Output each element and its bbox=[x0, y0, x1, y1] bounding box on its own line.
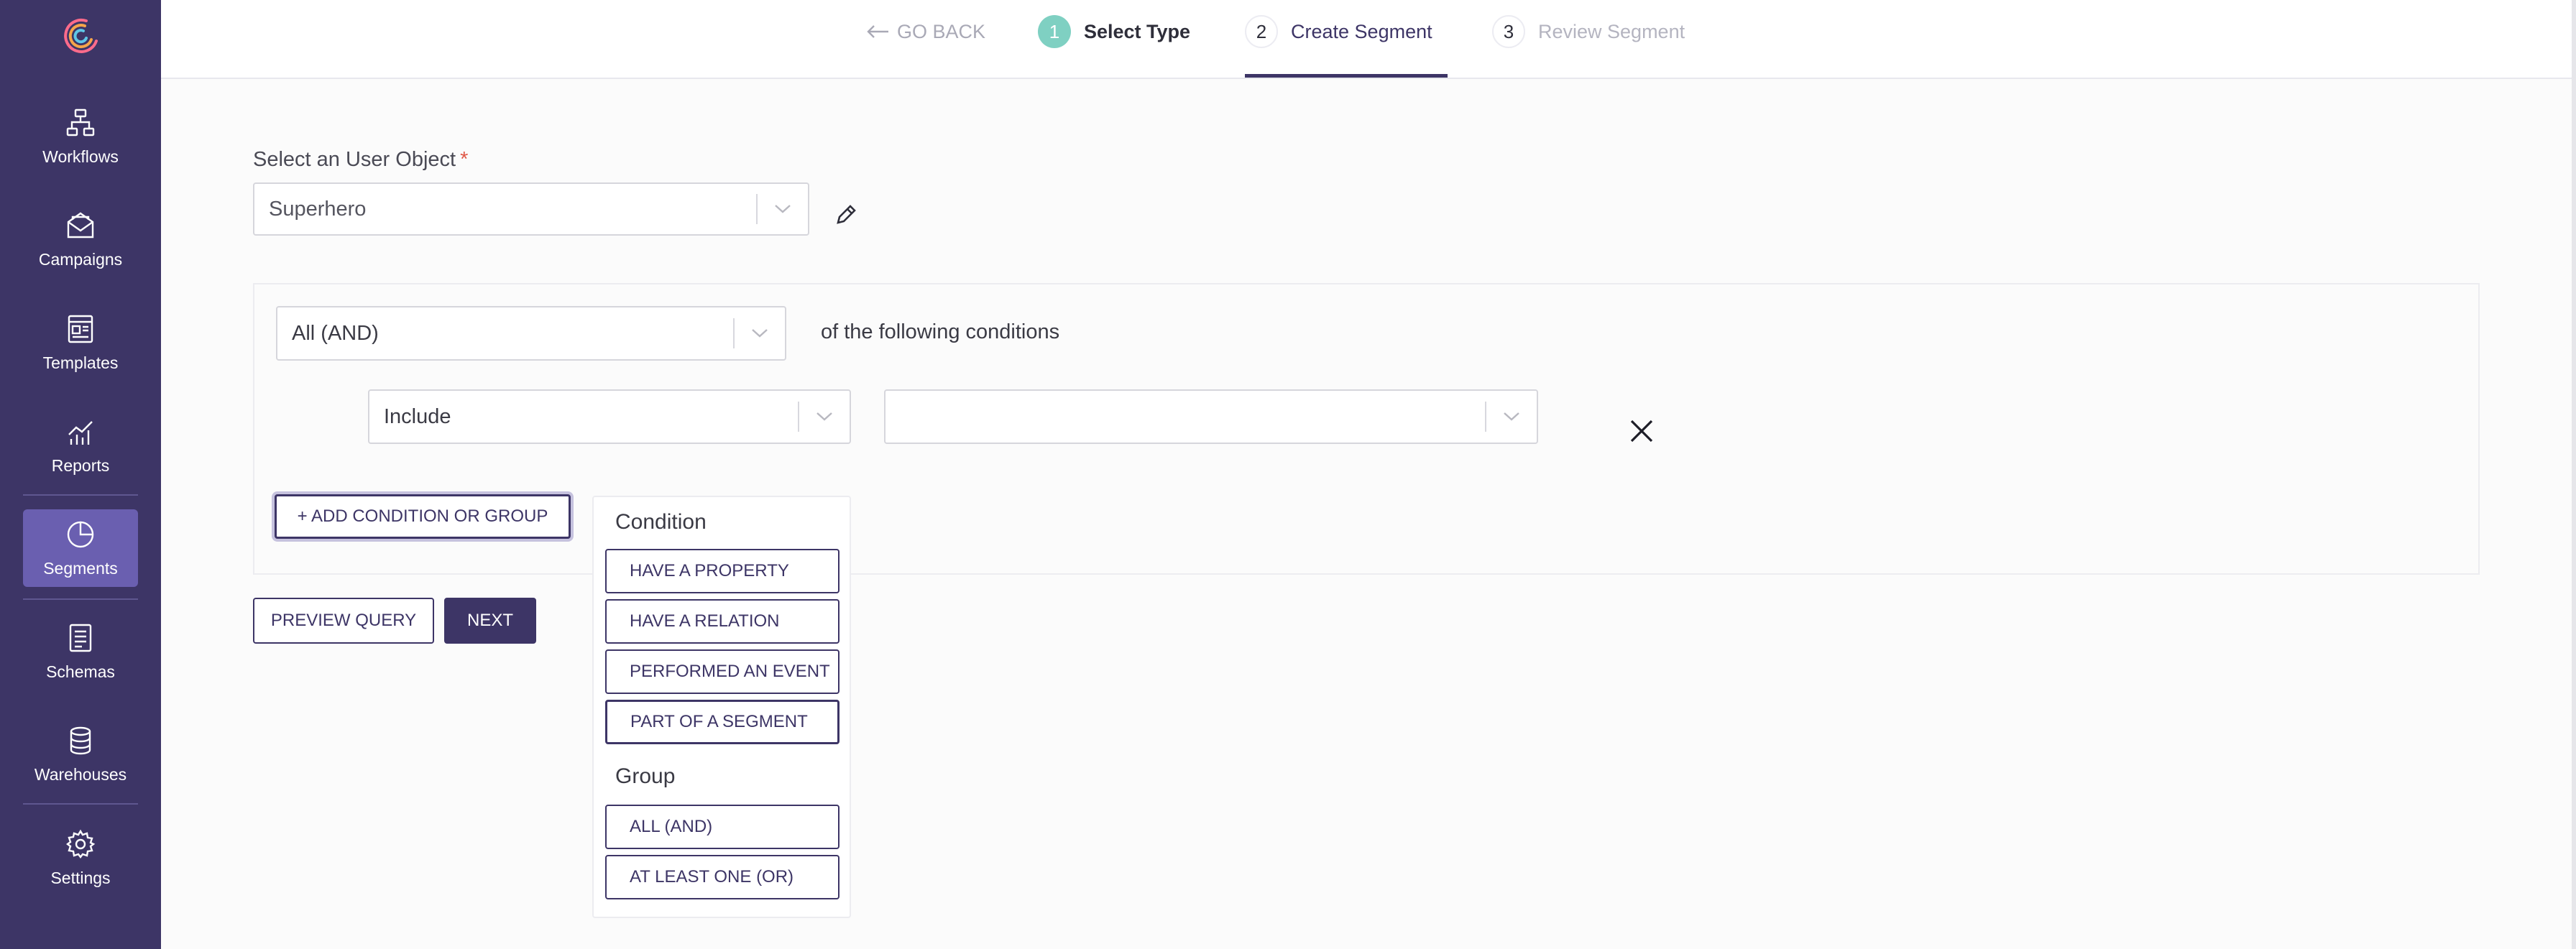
menu-item-have-relation[interactable]: HAVE A RELATION bbox=[605, 599, 840, 644]
sidebar-divider bbox=[23, 803, 138, 805]
active-step-indicator bbox=[1245, 74, 1448, 78]
user-object-label: Select an User Object * bbox=[253, 148, 468, 172]
sidebar-item-workflows[interactable]: Workflows bbox=[23, 98, 138, 175]
sidebar-item-label: Templates bbox=[42, 353, 119, 372]
sidebar-item-label: Segments bbox=[43, 558, 118, 578]
pie-icon bbox=[67, 521, 94, 547]
gear-icon bbox=[66, 829, 96, 858]
match-type-select[interactable]: All (AND) bbox=[276, 306, 786, 361]
sidebar-item-campaigns[interactable]: Campaigns bbox=[23, 200, 138, 278]
sidebar-item-label: Warehouses bbox=[34, 764, 127, 784]
add-condition-menu: Condition HAVE A PROPERTY HAVE A RELATIO… bbox=[592, 496, 851, 918]
step-label: Select Type bbox=[1084, 20, 1191, 42]
step-label: Review Segment bbox=[1538, 20, 1685, 42]
close-icon[interactable] bbox=[1627, 417, 1656, 445]
menu-item-at-least-one-or[interactable]: AT LEAST ONE (OR) bbox=[605, 855, 840, 899]
database-icon bbox=[70, 726, 91, 754]
step-number: 2 bbox=[1245, 15, 1278, 48]
chevron-down-icon bbox=[735, 328, 785, 338]
pencil-icon[interactable] bbox=[834, 203, 858, 227]
chevron-down-icon bbox=[758, 204, 808, 214]
sidebar-item-label: Workflows bbox=[42, 147, 119, 166]
required-mark: * bbox=[460, 148, 469, 171]
add-condition-button[interactable]: + ADD CONDITION OR GROUP bbox=[275, 494, 571, 539]
window-scrollbar[interactable] bbox=[2572, 0, 2576, 949]
user-object-value: Superhero bbox=[269, 197, 367, 221]
arrow-left-icon bbox=[867, 25, 888, 38]
document-icon bbox=[69, 624, 92, 652]
user-object-label-text: Select an User Object bbox=[253, 148, 456, 171]
group-heading: Group bbox=[615, 764, 676, 788]
condition-heading: Condition bbox=[615, 510, 707, 534]
workflow-icon bbox=[66, 108, 95, 136]
step-review-segment[interactable]: 3 Review Segment bbox=[1492, 14, 1685, 49]
chevron-down-icon bbox=[1486, 412, 1537, 422]
go-back-button[interactable]: GO BACK bbox=[865, 17, 985, 46]
sidebar-item-templates[interactable]: Templates bbox=[23, 304, 138, 381]
template-icon bbox=[68, 315, 93, 343]
step-number: 1 bbox=[1038, 15, 1071, 48]
preview-query-button[interactable]: PREVIEW QUERY bbox=[253, 598, 434, 644]
sidebar-item-settings[interactable]: Settings bbox=[23, 819, 138, 897]
chevron-down-icon bbox=[799, 412, 850, 422]
next-button[interactable]: NEXT bbox=[444, 598, 536, 644]
sidebar-item-label: Schemas bbox=[46, 662, 115, 681]
sidebar: Workflows Campaigns Templates Reports Se… bbox=[0, 0, 161, 949]
go-back-label: GO BACK bbox=[897, 20, 986, 42]
sidebar-divider bbox=[23, 598, 138, 600]
sidebar-item-label: Reports bbox=[51, 455, 110, 475]
chart-icon bbox=[68, 420, 93, 445]
step-create-segment[interactable]: 2 Create Segment bbox=[1245, 14, 1432, 49]
step-select-type[interactable]: 1 Select Type bbox=[1038, 14, 1190, 49]
sidebar-item-segments[interactable]: Segments bbox=[23, 509, 138, 587]
sidebar-item-reports[interactable]: Reports bbox=[23, 407, 138, 484]
app-logo[interactable] bbox=[58, 12, 104, 58]
user-object-select[interactable]: Superhero bbox=[253, 182, 809, 236]
step-label: Create Segment bbox=[1291, 20, 1432, 42]
condition-select[interactable] bbox=[884, 389, 1538, 444]
sidebar-divider bbox=[23, 494, 138, 496]
match-suffix-text: of the following conditions bbox=[821, 320, 1060, 343]
stepper-bar: GO BACK 1 Select Type 2 Create Segment 3… bbox=[161, 0, 2572, 79]
include-select[interactable]: Include bbox=[368, 389, 851, 444]
sidebar-item-label: Settings bbox=[50, 868, 111, 887]
menu-item-part-of-segment[interactable]: PART OF A SEGMENT bbox=[605, 700, 840, 744]
include-value: Include bbox=[384, 404, 451, 428]
sidebar-item-schemas[interactable]: Schemas bbox=[23, 613, 138, 690]
menu-item-have-property[interactable]: HAVE A PROPERTY bbox=[605, 549, 840, 593]
envelope-icon bbox=[67, 212, 94, 238]
step-number: 3 bbox=[1492, 15, 1525, 48]
menu-item-all-and[interactable]: ALL (AND) bbox=[605, 805, 840, 849]
menu-item-performed-event[interactable]: PERFORMED AN EVENT bbox=[605, 649, 840, 694]
sidebar-item-warehouses[interactable]: Warehouses bbox=[23, 716, 138, 793]
match-type-value: All (AND) bbox=[292, 321, 379, 345]
sidebar-item-label: Campaigns bbox=[38, 249, 123, 269]
